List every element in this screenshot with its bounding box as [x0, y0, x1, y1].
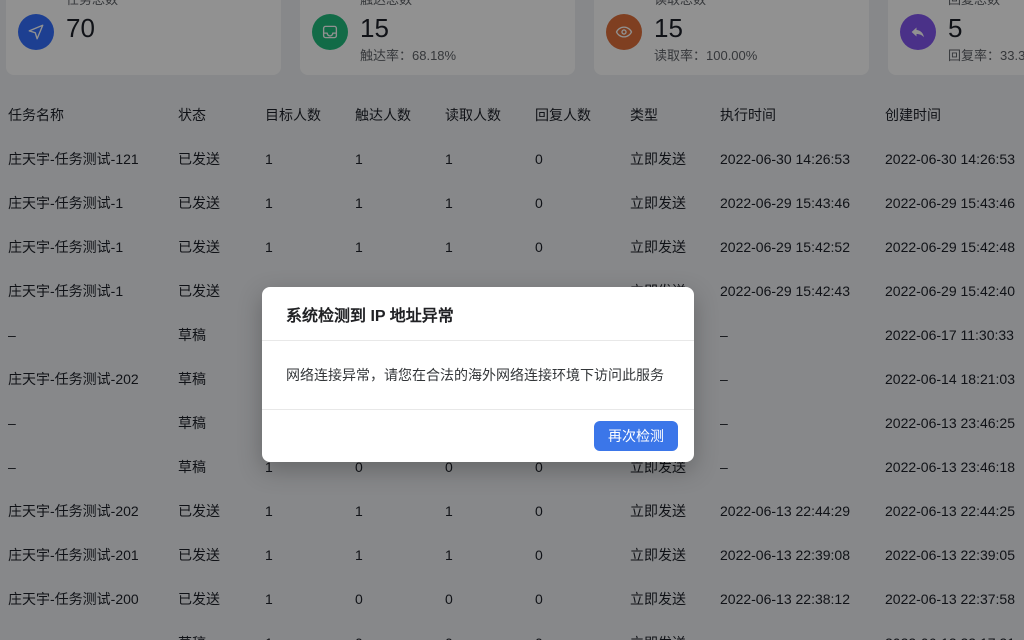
dialog-message: 网络连接异常，请您在合法的海外网络连接环境下访问此服务 [262, 341, 694, 410]
retry-check-button[interactable]: 再次检测 [594, 421, 678, 451]
dialog-footer: 再次检测 [262, 410, 694, 461]
ip-warning-dialog: 系统检测到 IP 地址异常 网络连接异常，请您在合法的海外网络连接环境下访问此服… [262, 287, 694, 462]
dialog-header: 系统检测到 IP 地址异常 [262, 287, 694, 341]
dialog-title: 系统检测到 IP 地址异常 [286, 302, 454, 326]
